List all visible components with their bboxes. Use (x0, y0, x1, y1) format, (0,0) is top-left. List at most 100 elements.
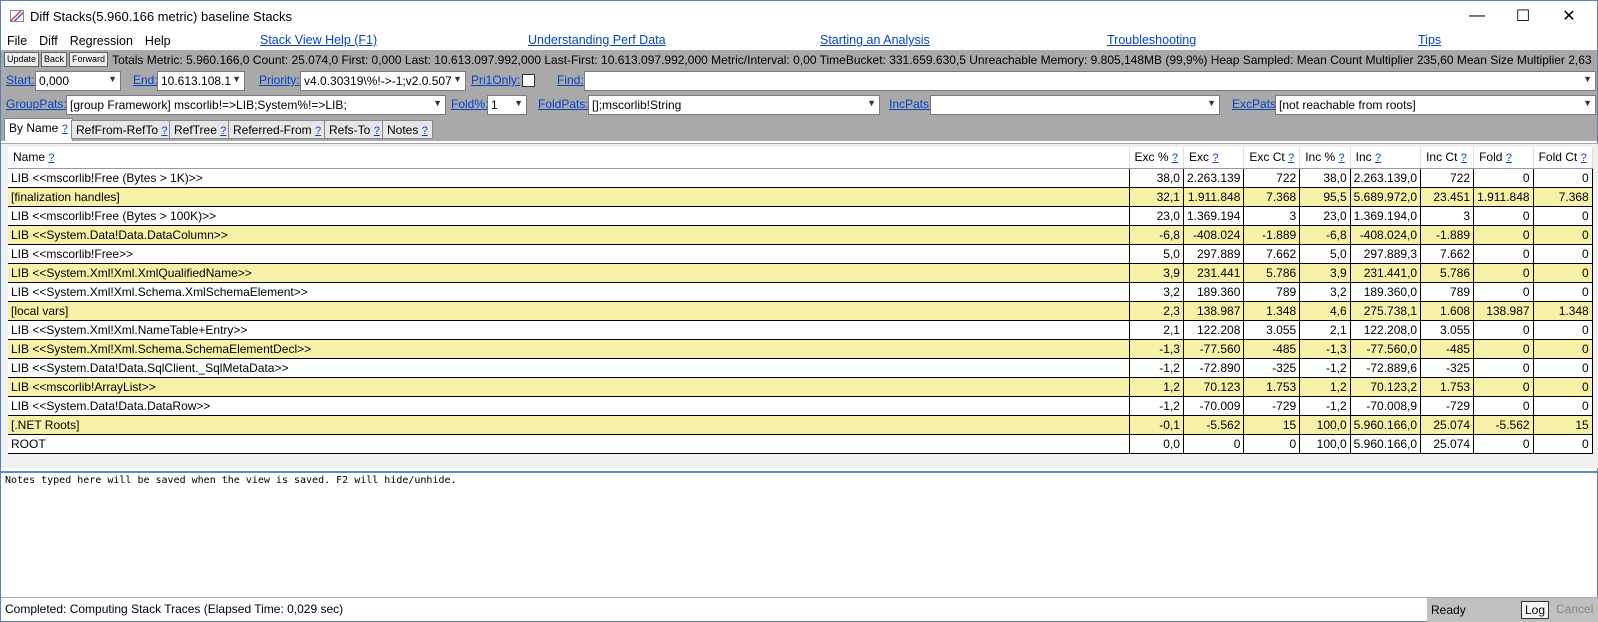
row-value-cell[interactable]: 0 (1243, 434, 1301, 454)
row-value-cell[interactable]: 0 (1533, 434, 1593, 454)
column-header-name[interactable]: Name ? (8, 147, 1130, 169)
row-value-cell[interactable]: 0 (1473, 320, 1534, 340)
row-name-cell[interactable]: LIB <<mscorlib!Free>> (8, 244, 1130, 264)
row-value-cell[interactable]: 138.987 (1473, 301, 1534, 321)
column-header-exc[interactable]: Exc ? (1183, 147, 1245, 169)
chevron-down-icon[interactable]: ▼ (108, 74, 117, 84)
row-value-cell[interactable]: 7.662 (1420, 244, 1475, 264)
row-value-cell[interactable]: 38,0 (1129, 168, 1184, 188)
table-row[interactable]: LIB <<System.Xml!Xml.Schema.XmlSchemaEle… (8, 282, 1593, 302)
row-value-cell[interactable]: 2,3 (1129, 301, 1184, 321)
row-value-cell[interactable]: -1,3 (1129, 339, 1184, 359)
chevron-down-icon[interactable]: ▼ (1583, 74, 1592, 84)
row-value-cell[interactable]: 70.123,2 (1350, 377, 1422, 397)
row-value-cell[interactable]: 3 (1243, 206, 1301, 226)
row-name-cell[interactable]: LIB <<mscorlib!Free (Bytes > 100K)>> (8, 206, 1130, 226)
row-name-cell[interactable]: LIB <<System.Xml!Xml.NameTable+Entry>> (8, 320, 1130, 340)
row-value-cell[interactable]: 100,0 (1299, 434, 1351, 454)
row-value-cell[interactable]: 2,1 (1299, 320, 1351, 340)
row-value-cell[interactable]: 0 (1533, 282, 1593, 302)
row-value-cell[interactable]: -72.889,6 (1350, 358, 1422, 378)
row-value-cell[interactable]: 0 (1533, 168, 1593, 188)
chevron-down-icon[interactable]: ▼ (1583, 98, 1592, 108)
row-value-cell[interactable]: 0 (1473, 168, 1534, 188)
row-value-cell[interactable]: 5.786 (1420, 263, 1475, 283)
row-value-cell[interactable]: 100,0 (1299, 415, 1351, 435)
row-value-cell[interactable]: 25.074 (1420, 434, 1475, 454)
end-label[interactable]: End: (133, 73, 158, 87)
row-value-cell[interactable]: -408.024,0 (1350, 225, 1422, 245)
row-value-cell[interactable]: -72.890 (1183, 358, 1245, 378)
chevron-down-icon[interactable]: ▼ (232, 74, 241, 84)
help-link[interactable]: ? (1288, 152, 1294, 164)
row-value-cell[interactable]: 0,0 (1129, 434, 1184, 454)
row-value-cell[interactable]: 1.753 (1243, 377, 1301, 397)
row-value-cell[interactable]: 15 (1533, 415, 1593, 435)
column-header-fold[interactable]: Fold ? (1473, 147, 1534, 169)
row-value-cell[interactable]: -325 (1243, 358, 1301, 378)
tab-notes[interactable]: Notes ? (382, 120, 433, 139)
row-name-cell[interactable]: [local vars] (8, 301, 1130, 321)
help-link[interactable]: ? (62, 123, 68, 135)
row-value-cell[interactable]: 5.689.972,0 (1350, 187, 1422, 207)
grouppats-field[interactable]: [group Framework] mscorlib!=>LIB;System%… (66, 95, 446, 115)
help-link[interactable]: ? (315, 125, 321, 137)
link-starting-analysis[interactable]: Starting an Analysis (820, 33, 930, 47)
row-name-cell[interactable]: [.NET Roots] (8, 415, 1130, 435)
row-value-cell[interactable]: 0 (1533, 339, 1593, 359)
pri1only-checkbox[interactable] (522, 74, 535, 87)
menu-diff[interactable]: Diff (39, 34, 58, 48)
priority-label[interactable]: Priority: (259, 73, 300, 87)
row-value-cell[interactable]: -77.560,0 (1350, 339, 1422, 359)
tab-refs-to[interactable]: Refs-To ? (324, 120, 385, 139)
incpats-label[interactable]: IncPats: (889, 97, 932, 111)
row-value-cell[interactable]: -1.889 (1420, 225, 1475, 245)
row-value-cell[interactable]: 231.441,0 (1350, 263, 1422, 283)
row-name-cell[interactable]: ROOT (8, 434, 1130, 454)
row-name-cell[interactable]: LIB <<System.Xml!Xml.Schema.XmlSchemaEle… (8, 282, 1130, 302)
row-value-cell[interactable]: 122.208,0 (1350, 320, 1422, 340)
row-value-cell[interactable]: 0 (1473, 434, 1534, 454)
help-link[interactable]: ? (1212, 152, 1218, 164)
row-value-cell[interactable]: 5,0 (1129, 244, 1184, 264)
row-value-cell[interactable]: 789 (1420, 282, 1475, 302)
table-row[interactable]: LIB <<mscorlib!Free (Bytes > 1K)>> 38,0 2.… (8, 168, 1593, 188)
row-value-cell[interactable]: 722 (1420, 168, 1475, 188)
row-value-cell[interactable]: 3,2 (1299, 282, 1351, 302)
column-header-fold-ct[interactable]: Fold Ct ? (1533, 147, 1593, 169)
link-troubleshooting[interactable]: Troubleshooting (1107, 33, 1196, 47)
grouppats-label[interactable]: GroupPats: (6, 97, 67, 111)
row-value-cell[interactable]: 1.348 (1243, 301, 1301, 321)
row-value-cell[interactable]: 32,1 (1129, 187, 1184, 207)
foldpats-label[interactable]: FoldPats: (538, 97, 589, 111)
table-row[interactable]: LIB <<System.Xml!Xml.Schema.SchemaElemen… (8, 339, 1593, 359)
table-row[interactable]: LIB <<System.Data!Data.DataColumn>> -6,8-… (8, 225, 1593, 245)
update-button[interactable]: Update (4, 52, 40, 67)
row-name-cell[interactable]: LIB <<System.Xml!Xml.Schema.SchemaElemen… (8, 339, 1130, 359)
cancel-button[interactable]: Cancel (1553, 601, 1596, 619)
row-value-cell[interactable]: 5.960.166,0 (1350, 434, 1422, 454)
row-value-cell[interactable]: 3,9 (1129, 263, 1184, 283)
row-value-cell[interactable]: -485 (1420, 339, 1475, 359)
row-value-cell[interactable]: 0 (1533, 396, 1593, 416)
find-field[interactable]: ▼ (584, 71, 1596, 91)
row-value-cell[interactable]: 0 (1533, 225, 1593, 245)
row-value-cell[interactable]: 25.074 (1420, 415, 1475, 435)
row-value-cell[interactable]: 7.368 (1533, 187, 1593, 207)
help-link[interactable]: ? (1172, 152, 1178, 164)
row-value-cell[interactable]: 2.263.139 (1183, 168, 1245, 188)
minimize-button[interactable]: — (1454, 1, 1500, 31)
excpats-label[interactable]: ExcPats: (1232, 97, 1279, 111)
row-value-cell[interactable]: 275.738,1 (1350, 301, 1422, 321)
row-value-cell[interactable]: 0 (1473, 282, 1534, 302)
excpats-field[interactable]: [not reachable from roots] ▼ (1275, 95, 1596, 115)
row-value-cell[interactable]: 5.960.166,0 (1350, 415, 1422, 435)
row-value-cell[interactable]: 95,5 (1299, 187, 1351, 207)
help-link[interactable]: ? (1339, 152, 1345, 164)
row-value-cell[interactable]: 5,0 (1299, 244, 1351, 264)
row-value-cell[interactable]: 23.451 (1420, 187, 1475, 207)
table-row[interactable]: [.NET Roots] -0,1 -5.562 15 100,0 5.960.166,0… (8, 415, 1593, 435)
chevron-down-icon[interactable]: ▼ (453, 74, 462, 84)
row-value-cell[interactable]: -1.889 (1243, 225, 1301, 245)
row-name-cell[interactable]: LIB <<System.Data!Data.SqlClient._SqlMet… (8, 358, 1130, 378)
